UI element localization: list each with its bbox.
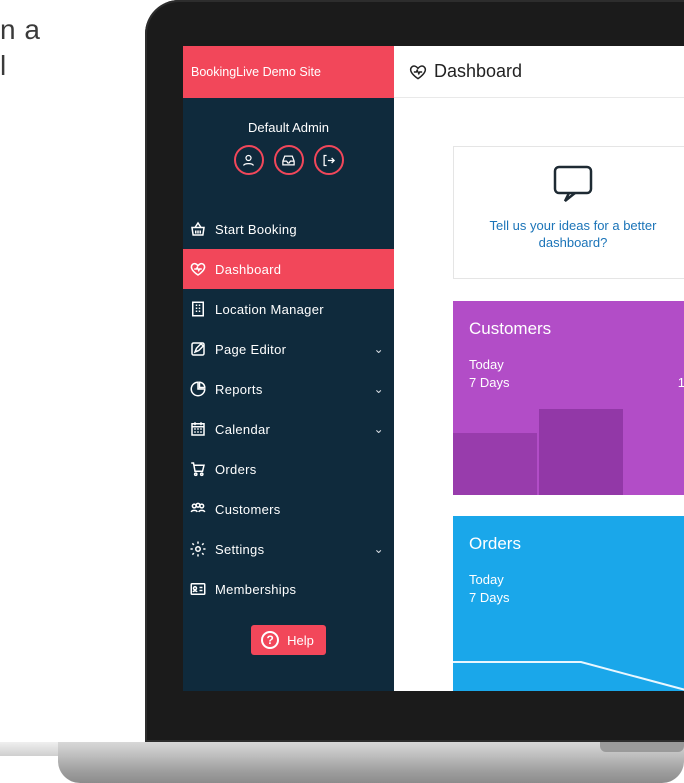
background-text-line-2: l: [0, 50, 7, 81]
nav-start-booking[interactable]: Start Booking: [183, 209, 394, 249]
nav-label: Start Booking: [215, 221, 297, 237]
nav-settings[interactable]: Settings ⌄: [183, 529, 394, 569]
feedback-card[interactable]: Tell us your ideas for a better dashboar…: [453, 146, 684, 279]
user-icon: [242, 154, 255, 166]
customers-7days-value: 1: [677, 375, 684, 390]
nav-label: Dashboard: [215, 261, 282, 277]
nav-label: Settings: [215, 541, 265, 557]
sidebar: BookingLive Demo Site Default Admin Star…: [183, 46, 394, 691]
page-title: Dashboard: [434, 61, 523, 81]
nav-calendar[interactable]: Calendar ⌄: [183, 409, 394, 449]
heart-pulse-icon: [408, 62, 428, 82]
help-label: Help: [287, 632, 314, 648]
nav-label: Customers: [215, 501, 281, 517]
calendar-icon: [189, 420, 207, 438]
speech-bubble-icon: [553, 165, 593, 202]
help-button[interactable]: ? Help: [251, 625, 326, 655]
main-panel: Dashboard Tell us your ideas for a bette…: [394, 46, 684, 691]
pie-chart-icon: [189, 380, 207, 398]
inbox-icon: [282, 155, 295, 165]
nav-dashboard[interactable]: Dashboard: [183, 249, 394, 289]
logout-button[interactable]: [313, 145, 344, 175]
orders-7days-label: 7 Days: [469, 590, 510, 605]
feedback-text: Tell us your ideas for a better dashboar…: [489, 218, 657, 250]
cart-icon: [189, 460, 207, 478]
user-panel: Default Admin: [183, 98, 394, 209]
laptop-mockup: n a l BookingLive Demo Site Default Admi…: [0, 0, 684, 783]
nav-label: Orders: [215, 461, 257, 477]
orders-title: Orders: [469, 534, 521, 553]
nav-label: Memberships: [215, 581, 297, 597]
laptop-notch: [600, 742, 684, 752]
nav-label: Reports: [215, 381, 263, 397]
gear-icon: [189, 540, 207, 558]
page-header: Dashboard: [394, 46, 684, 98]
brand-title: BookingLive Demo Site: [191, 65, 321, 79]
chevron-down-icon: ⌄: [373, 542, 384, 556]
chevron-down-icon: ⌄: [373, 342, 384, 356]
customers-chart-bar: [539, 409, 623, 495]
nav-label: Location Manager: [215, 301, 324, 317]
nav-location-manager[interactable]: Location Manager: [183, 289, 394, 329]
sidebar-nav: Start Booking Dashboard Location Manager…: [183, 209, 394, 609]
user-actions: [233, 145, 344, 175]
laptop-base: [58, 742, 684, 783]
nav-label: Calendar: [215, 421, 271, 437]
brand-bar[interactable]: BookingLive Demo Site: [183, 46, 394, 98]
nav-reports[interactable]: Reports ⌄: [183, 369, 394, 409]
app-screen: BookingLive Demo Site Default Admin Star…: [183, 46, 684, 691]
nav-orders[interactable]: Orders: [183, 449, 394, 489]
logout-icon: [323, 154, 336, 166]
chevron-down-icon: ⌄: [373, 422, 384, 436]
background-partial-text: n a l: [0, 12, 40, 84]
chevron-down-icon: ⌄: [373, 382, 384, 396]
user-name: Default Admin: [248, 120, 329, 135]
heart-pulse-icon: [189, 260, 207, 278]
nav-memberships[interactable]: Memberships: [183, 569, 394, 609]
customers-card[interactable]: Customers Today 7 Days 1: [453, 301, 684, 495]
customers-chart-bar: [453, 433, 537, 495]
dashboard-content: Tell us your ideas for a better dashboar…: [394, 98, 684, 691]
nav-label: Page Editor: [215, 341, 287, 357]
profile-button[interactable]: [233, 145, 264, 175]
edit-icon: [189, 340, 207, 358]
basket-icon: [189, 220, 207, 238]
nav-customers[interactable]: Customers: [183, 489, 394, 529]
customers-7days-label: 7 Days: [469, 375, 510, 390]
orders-today-label: Today: [469, 572, 504, 587]
orders-card[interactable]: Orders Today 7 Days: [453, 516, 684, 691]
inbox-button[interactable]: [273, 145, 304, 175]
nav-page-editor[interactable]: Page Editor ⌄: [183, 329, 394, 369]
question-icon: ?: [261, 631, 280, 649]
customers-today-label: Today: [469, 357, 504, 372]
customers-title: Customers: [469, 319, 552, 338]
background-text-line-1: n a: [0, 14, 41, 45]
users-icon: [189, 500, 207, 518]
orders-line-chart: [453, 661, 684, 691]
help-area: ? Help: [183, 625, 394, 655]
building-icon: [189, 300, 207, 318]
id-card-icon: [189, 580, 207, 598]
